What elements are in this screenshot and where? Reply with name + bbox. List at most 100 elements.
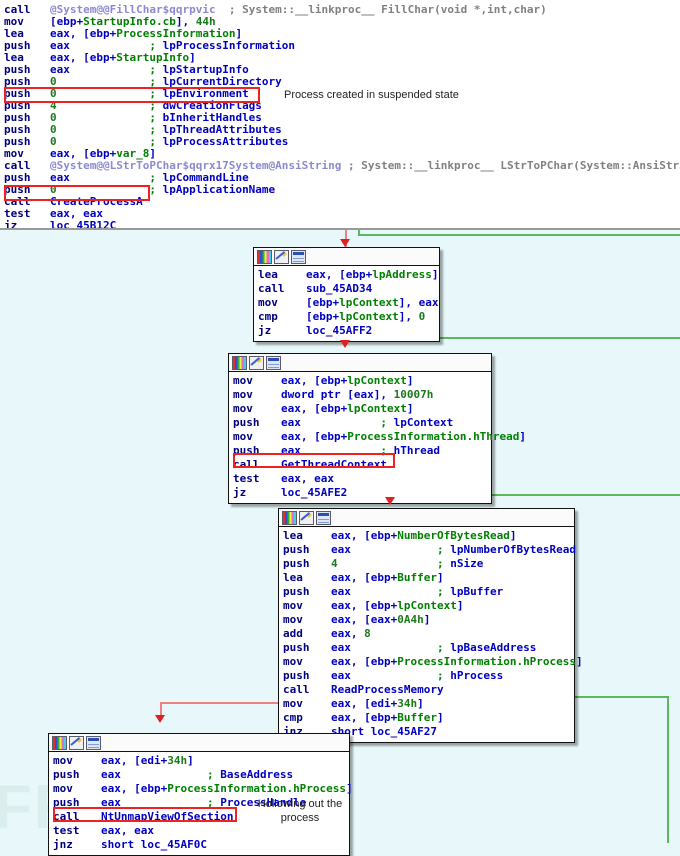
asm-mnemonic: mov: [258, 296, 278, 309]
asm-line[interactable]: call GetThreadContext: [233, 458, 487, 472]
asm-line[interactable]: mov eax, [eax+0A4h]: [283, 613, 570, 627]
edit-pencil-icon[interactable]: [299, 511, 314, 525]
asm-token: ProcessInformation.hThread: [347, 430, 520, 443]
asm-mnemonic: lea: [283, 529, 303, 542]
asm-token: loc_45AFE2: [281, 486, 348, 499]
asm-line[interactable]: mov eax, [ebp+lpContext]: [233, 402, 487, 416]
window-view-icon[interactable]: [86, 736, 101, 750]
asm-token: ReadProcessMemory: [331, 683, 444, 696]
asm-line[interactable]: push eax ; lpContext: [233, 416, 487, 430]
window-view-icon[interactable]: [291, 250, 306, 264]
asm-token: GetThreadContext: [281, 458, 387, 471]
asm-mnemonic: push: [283, 557, 310, 570]
asm-operands: eax, [ebp+NumberOfBytesRead]: [331, 529, 516, 542]
asm-mnemonic: cmp: [283, 711, 303, 724]
asm-operands: eax, [ebp+ProcessInformation.hProcess]: [101, 782, 353, 795]
asm-line[interactable]: lea eax, [ebp+lpAddress]: [258, 268, 438, 282]
asm-token: [ebp+: [306, 296, 340, 309]
asm-line[interactable]: cmp eax, [ebp+Buffer]: [283, 711, 570, 725]
asm-token: ;: [350, 669, 451, 682]
asm-token: 34h: [167, 754, 188, 767]
asm-operands: eax, [ebp+lpContext]: [331, 599, 463, 612]
palette-icon[interactable]: [52, 736, 67, 750]
asm-mnemonic: jz: [233, 486, 247, 499]
asm-line[interactable]: mov eax, [ebp+lpContext]: [283, 599, 570, 613]
disassembly-listing-pane[interactable]: call @System@@FillChar$qqrpvic ; System::…: [0, 0, 680, 230]
asm-operands: eax, [ebp+Buffer]: [331, 571, 444, 584]
asm-line[interactable]: push eax ; lpNumberOfBytesRead: [283, 543, 576, 557]
asm-token: eax, [ebp+: [281, 374, 348, 387]
asm-token: ProcessInformation.hProcess: [167, 782, 347, 795]
edit-pencil-icon[interactable]: [274, 250, 289, 264]
asm-line[interactable]: push eax ; lpBuffer: [283, 585, 570, 599]
asm-token: hProcess: [450, 669, 504, 682]
asm-token: eax, [ebp+: [331, 599, 398, 612]
asm-line[interactable]: jnz short loc_45AF0C: [53, 838, 345, 852]
edit-pencil-icon[interactable]: [69, 736, 84, 750]
asm-line[interactable]: mov eax, [ebp+ProcessInformation.hProcess…: [53, 782, 353, 796]
palette-icon[interactable]: [232, 356, 247, 370]
edit-pencil-icon[interactable]: [249, 356, 264, 370]
asm-token: eax: [331, 641, 351, 654]
asm-line[interactable]: mov eax, [ebp+ProcessInformation.hProcess…: [283, 655, 583, 669]
asm-line[interactable]: push eax ; hThread: [233, 444, 487, 458]
asm-line[interactable]: mov eax, [edi+34h]: [53, 754, 345, 768]
asm-token: eax, [ebp+: [331, 571, 398, 584]
asm-line[interactable]: jz loc_45AFE2: [233, 486, 487, 500]
asm-line[interactable]: test eax, eax: [53, 824, 345, 838]
asm-token: short loc_45AF0C: [101, 838, 207, 851]
asm-mnemonic: call: [258, 282, 285, 295]
palette-icon[interactable]: [282, 511, 297, 525]
node-getthreadcontext[interactable]: mov eax, [ebp+lpContext] mov dword ptr [eax…: [228, 353, 526, 504]
asm-mnemonic: push: [233, 416, 260, 429]
asm-line[interactable]: mov eax, [ebp+lpContext]: [233, 374, 487, 388]
asm-operands: GetThreadContext: [281, 458, 387, 471]
node-lpaddress[interactable]: lea eax, [ebp+lpAddress] call sub_45AD34 mov…: [253, 247, 440, 342]
palette-icon[interactable]: [257, 250, 272, 264]
asm-token: eax, [ebp+: [331, 711, 398, 724]
asm-line[interactable]: push 4 ; nSize: [283, 557, 570, 571]
asm-line[interactable]: call sub_45AD34: [258, 282, 435, 296]
asm-operands: eax, eax: [101, 824, 154, 837]
asm-operands: eax ; hThread: [281, 444, 440, 457]
asm-mnemonic: push: [233, 444, 260, 457]
window-view-icon[interactable]: [316, 511, 331, 525]
asm-operands: eax, [ebp+lpContext]: [281, 374, 413, 387]
asm-token: eax, [eax+: [331, 613, 398, 626]
asm-line[interactable]: push eax ; hProcess: [283, 669, 570, 683]
asm-line[interactable]: lea eax, [ebp+Buffer]: [283, 571, 570, 585]
asm-token: ]: [431, 268, 439, 281]
asm-token: lpContext: [339, 310, 399, 323]
asm-line[interactable]: test eax, eax: [233, 472, 487, 486]
asm-token: lpContext: [347, 374, 407, 387]
node-title-bar: [49, 734, 349, 752]
asm-line[interactable]: add eax, 8: [283, 627, 570, 641]
asm-line[interactable]: mov [ebp+lpContext], eax: [258, 296, 438, 310]
suspended-state-annotation: Process created in suspended state: [284, 89, 459, 101]
asm-line[interactable]: mov eax, [ebp+ProcessInformation.hThread]: [233, 430, 526, 444]
asm-line[interactable]: jz loc_45B12C: [0, 218, 680, 230]
asm-line[interactable]: mov dword ptr [eax], 10007h: [233, 388, 487, 402]
asm-line[interactable]: push eax ; BaseAddress: [53, 768, 345, 782]
node-body: lea eax, [ebp+lpAddress] call sub_45AD34 mov…: [254, 266, 439, 341]
node-ntunmapviewofsection[interactable]: mov eax, [edi+34h] push eax ; BaseAddress mo…: [48, 733, 353, 856]
asm-mnemonic: jz: [4, 219, 18, 230]
asm-mnemonic: push: [283, 641, 310, 654]
asm-mnemonic: call: [53, 810, 80, 823]
asm-token: eax: [331, 585, 351, 598]
node-readprocessmemory[interactable]: lea eax, [ebp+NumberOfBytesRead] push eax ;…: [278, 508, 583, 743]
asm-line[interactable]: call ReadProcessMemory: [283, 683, 570, 697]
asm-mnemonic: mov: [283, 599, 303, 612]
asm-token: eax, [edi+: [101, 754, 168, 767]
window-view-icon[interactable]: [266, 356, 281, 370]
asm-line[interactable]: lea eax, [ebp+NumberOfBytesRead]: [283, 529, 570, 543]
asm-line[interactable]: cmp [ebp+lpContext], 0: [258, 310, 435, 324]
asm-mnemonic: mov: [233, 430, 253, 443]
asm-mnemonic: push: [53, 768, 80, 781]
asm-token: [ebp+: [306, 310, 340, 323]
asm-mnemonic: mov: [283, 697, 303, 710]
asm-line[interactable]: mov eax, [edi+34h]: [283, 697, 570, 711]
asm-line[interactable]: push eax ; lpBaseAddress: [283, 641, 570, 655]
asm-token: ]: [436, 711, 444, 724]
asm-line[interactable]: jz loc_45AFF2: [258, 324, 435, 338]
